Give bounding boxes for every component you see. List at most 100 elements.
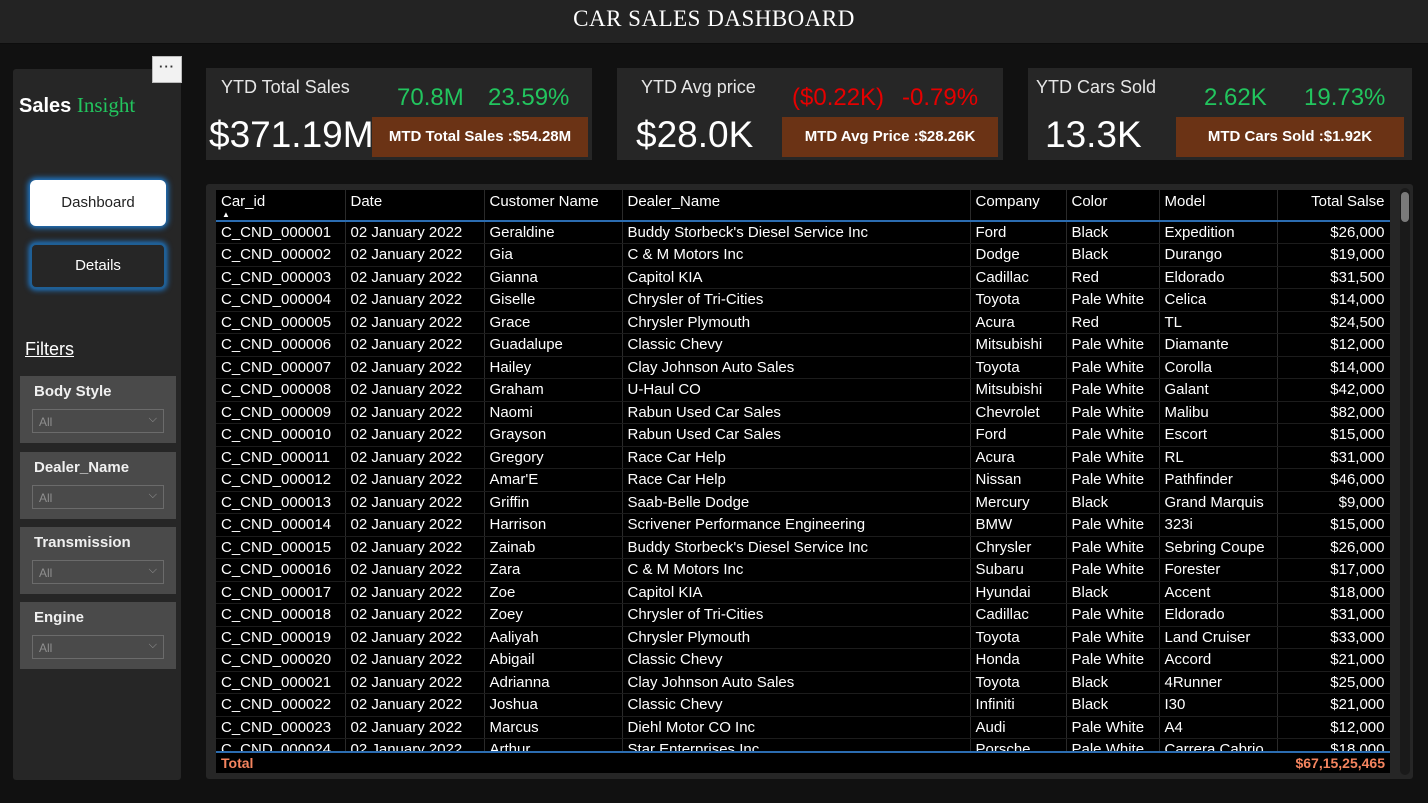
table-cell: $17,000	[1277, 558, 1390, 582]
table-cell: C_CND_000013	[216, 491, 346, 514]
column-header[interactable]: Model	[1159, 190, 1278, 222]
table-cell: C_CND_000014	[216, 513, 346, 537]
brand-logo: Sales Insight	[19, 93, 135, 118]
table-cell: Gregory	[484, 446, 623, 469]
table-cell: $33,000	[1277, 626, 1390, 649]
table-cell: $31,500	[1277, 266, 1390, 289]
dashboard-button[interactable]: Dashboard	[30, 180, 166, 226]
table-row[interactable]: C_CND_000020 02 January 2022 Abigail Classi…	[216, 648, 1390, 672]
body-style-dropdown[interactable]: All ⌵	[32, 409, 164, 433]
table-row[interactable]: C_CND_000019 02 January 2022 Aaliyah Chrysl…	[216, 626, 1390, 649]
table-row[interactable]: C_CND_000017 02 January 2022 Zoe Capitol KI…	[216, 581, 1390, 604]
table-cell: Scrivener Performance Engineering	[622, 513, 971, 537]
table-cell: RL	[1159, 446, 1278, 469]
table-cell: 02 January 2022	[345, 311, 485, 334]
table-cell: $21,000	[1277, 648, 1390, 672]
table-cell: $19,000	[1277, 243, 1390, 267]
table-cell: Aaliyah	[484, 626, 623, 649]
table-row[interactable]: C_CND_000003 02 January 2022 Gianna Capitol…	[216, 266, 1390, 289]
column-header[interactable]: Company	[970, 190, 1067, 222]
kpi-label: YTD Total Sales	[221, 77, 350, 97]
table-cell: 02 January 2022	[345, 378, 485, 402]
table-cell: Toyota	[970, 288, 1067, 312]
table-cell: Toyota	[970, 671, 1067, 694]
table-cell: Black	[1066, 243, 1160, 267]
table-row[interactable]: C_CND_000006 02 January 2022 Guadalupe Clas…	[216, 333, 1390, 357]
table-row[interactable]: C_CND_000016 02 January 2022 Zara C & M Mot…	[216, 558, 1390, 582]
kpi-card-cars-sold: YTD Cars Sold 13.3K 2.62K 19.73% MTD Car…	[1028, 68, 1412, 160]
table-cell: Nissan	[970, 468, 1067, 492]
table-cell: $26,000	[1277, 221, 1390, 244]
table-cell: Land Cruiser	[1159, 626, 1278, 649]
table-row[interactable]: C_CND_000005 02 January 2022 Grace Chrysler…	[216, 311, 1390, 334]
chevron-down-icon: ⌵	[148, 564, 157, 576]
dealer-name-dropdown[interactable]: All ⌵	[32, 485, 164, 509]
table-cell: $31,000	[1277, 446, 1390, 469]
table-cell: $21,000	[1277, 693, 1390, 717]
table-row[interactable]: C_CND_000014 02 January 2022 Harrison Scriv…	[216, 513, 1390, 537]
total-value: $67,15,25,465	[1295, 755, 1385, 771]
table-cell: A4	[1159, 716, 1278, 739]
table-row[interactable]: C_CND_000018 02 January 2022 Zoey Chrysler …	[216, 603, 1390, 627]
table-cell: 02 January 2022	[345, 446, 485, 469]
table-row[interactable]: C_CND_000001 02 January 2022 Geraldine Budd…	[216, 221, 1390, 244]
table-row[interactable]: C_CND_000023 02 January 2022 Marcus Diehl M…	[216, 716, 1390, 739]
table-cell: C_CND_000010	[216, 423, 346, 447]
table-cell: Galant	[1159, 378, 1278, 402]
table-cell: Grand Marquis	[1159, 491, 1278, 514]
column-header[interactable]: Customer Name	[484, 190, 623, 222]
table-cell: 323i	[1159, 513, 1278, 537]
transmission-dropdown[interactable]: All ⌵	[32, 560, 164, 584]
chevron-down-icon: ⌵	[148, 639, 157, 651]
column-header[interactable]: Date	[345, 190, 485, 222]
table-row[interactable]: C_CND_000009 02 January 2022 Naomi Rabun Us…	[216, 401, 1390, 424]
table-cell: 02 January 2022	[345, 221, 485, 244]
column-header[interactable]: Total Salse	[1277, 190, 1390, 222]
table-row[interactable]: C_CND_000008 02 January 2022 Graham U-Haul …	[216, 378, 1390, 402]
table-row[interactable]: C_CND_000012 02 January 2022 Amar'E Race Ca…	[216, 468, 1390, 492]
table-cell: C_CND_000011	[216, 446, 346, 469]
table-cell: Celica	[1159, 288, 1278, 312]
engine-dropdown[interactable]: All ⌵	[32, 635, 164, 659]
table-cell: Forester	[1159, 558, 1278, 582]
table-cell: 02 January 2022	[345, 356, 485, 379]
table-cell: Joshua	[484, 693, 623, 717]
table-cell: I30	[1159, 693, 1278, 717]
more-options-button[interactable]: ···	[152, 56, 182, 83]
sort-ascending-icon[interactable]: ▲	[222, 210, 230, 219]
table-scrollbar[interactable]	[1400, 188, 1410, 775]
table-cell: Dodge	[970, 243, 1067, 267]
table-cell: Cadillac	[970, 266, 1067, 289]
table-row[interactable]: C_CND_000021 02 January 2022 Adrianna Clay …	[216, 671, 1390, 694]
table-cell: Capitol KIA	[622, 266, 971, 289]
table-row[interactable]: C_CND_000013 02 January 2022 Griffin Saab-B…	[216, 491, 1390, 514]
table-cell: Honda	[970, 648, 1067, 672]
table-cell: Sebring Coupe	[1159, 536, 1278, 559]
table-total-row: Total $67,15,25,465	[216, 751, 1390, 773]
table-row[interactable]: C_CND_000007 02 January 2022 Hailey Clay Jo…	[216, 356, 1390, 379]
table-cell: Geraldine	[484, 221, 623, 244]
table-row[interactable]: C_CND_000002 02 January 2022 Gia C & M Moto…	[216, 243, 1390, 267]
kpi-change-value: 70.8M	[397, 84, 464, 111]
table-row[interactable]: C_CND_000010 02 January 2022 Grayson Rabun …	[216, 423, 1390, 447]
table-cell: C_CND_000021	[216, 671, 346, 694]
table-row[interactable]: C_CND_000011 02 January 2022 Gregory Race C…	[216, 446, 1390, 469]
brand-part1: Sales	[19, 95, 72, 117]
table-cell: Naomi	[484, 401, 623, 424]
table-cell: Classic Chevy	[622, 693, 971, 717]
table-row[interactable]: C_CND_000022 02 January 2022 Joshua Classic…	[216, 693, 1390, 717]
column-header[interactable]: Dealer_Name	[622, 190, 971, 222]
table-cell: 02 January 2022	[345, 288, 485, 312]
table-row[interactable]: C_CND_000004 02 January 2022 Giselle Chrysl…	[216, 288, 1390, 312]
table-cell: Black	[1066, 693, 1160, 717]
column-header[interactable]: Color	[1066, 190, 1160, 222]
details-button[interactable]: Details	[30, 243, 166, 289]
table-cell: 02 January 2022	[345, 603, 485, 627]
column-header[interactable]: Car_id ▲	[216, 190, 346, 222]
table-cell: Mitsubishi	[970, 333, 1067, 357]
scrollbar-thumb[interactable]	[1401, 192, 1409, 222]
table-cell: $15,000	[1277, 513, 1390, 537]
table-cell: $26,000	[1277, 536, 1390, 559]
table-row[interactable]: C_CND_000015 02 January 2022 Zainab Buddy S…	[216, 536, 1390, 559]
table-cell: Pale White	[1066, 536, 1160, 559]
